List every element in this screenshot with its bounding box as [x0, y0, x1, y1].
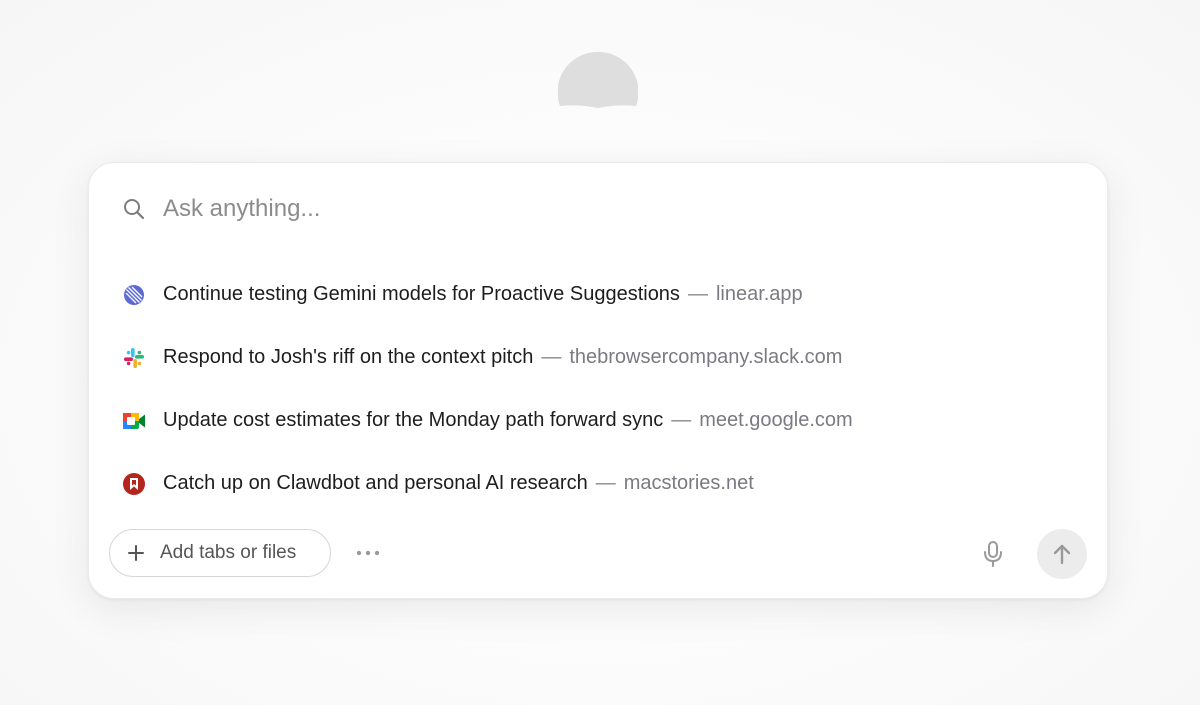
suggestion-domain: thebrowsercompany.slack.com — [569, 346, 843, 368]
separator: — — [595, 472, 616, 494]
suggestion-title: Respond to Josh's riff on the context pi… — [163, 346, 534, 368]
suggestion-domain: macstories.net — [623, 472, 754, 494]
macstories-icon — [121, 471, 147, 497]
add-tabs-label: Add tabs or files — [160, 542, 297, 563]
suggestion-item[interactable]: Respond to Josh's riff on the context pi… — [121, 326, 1071, 389]
separator: — — [671, 409, 692, 431]
google-meet-icon — [121, 408, 147, 434]
send-button[interactable] — [1037, 529, 1087, 579]
more-icon — [356, 550, 380, 556]
search-bar — [121, 189, 1021, 229]
suggestion-item[interactable]: Update cost estimates for the Monday pat… — [121, 389, 1071, 452]
more-options-button[interactable] — [353, 541, 383, 565]
suggestion-item[interactable]: Catch up on Clawdbot and personal AI res… — [121, 452, 1071, 515]
microphone-button[interactable] — [979, 539, 1007, 569]
command-palette: Continue testing Gemini models for Proac… — [88, 162, 1108, 599]
suggestion-title: Continue testing Gemini models for Proac… — [163, 283, 680, 305]
linear-icon — [121, 282, 147, 308]
avatar — [558, 52, 638, 108]
suggestion-list: Continue testing Gemini models for Proac… — [121, 263, 1071, 527]
bottom-toolbar: Add tabs or files — [109, 529, 1087, 579]
suggestion-domain: linear.app — [715, 283, 803, 305]
plus-icon — [126, 543, 146, 563]
suggestion-title: Update cost estimates for the Monday pat… — [163, 409, 664, 431]
microphone-icon — [984, 541, 1002, 567]
suggestion-title: Catch up on Clawdbot and personal AI res… — [163, 472, 588, 494]
add-tabs-or-files-button[interactable]: Add tabs or files — [109, 529, 331, 577]
suggestion-item[interactable]: Continue testing Gemini models for Proac… — [121, 263, 1071, 326]
separator: — — [541, 346, 562, 368]
slack-icon — [121, 345, 147, 371]
page-background: Continue testing Gemini models for Proac… — [0, 0, 1200, 705]
search-input[interactable] — [163, 195, 863, 223]
search-icon — [121, 196, 147, 222]
suggestion-domain: meet.google.com — [699, 409, 853, 431]
separator: — — [687, 283, 708, 305]
arrow-up-icon — [1053, 544, 1071, 565]
